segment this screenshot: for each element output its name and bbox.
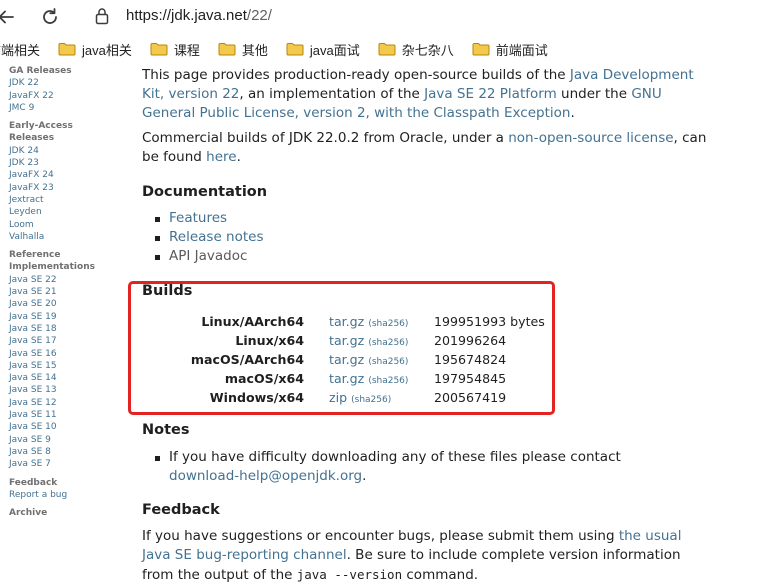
sidebar-link[interactable]: Java SE 15 [9,360,119,372]
bookmark-folder[interactable]: 其他 [218,40,268,59]
sidebar-link[interactable]: Java SE 14 [9,372,119,384]
notes-heading: Notes [142,422,190,438]
commercial-text: Commercial builds of JDK 22.0.2 from Ora… [142,130,509,146]
address-bar: https://jdk.java.net/22/ [0,0,770,34]
bookmark-folder[interactable]: 前端面试 [472,40,548,59]
sidebar-link[interactable]: Java SE 20 [9,298,119,310]
commercial-paragraph: Commercial builds of JDK 22.0.2 from Ora… [142,129,707,167]
sidebar-link[interactable]: Java SE 21 [9,286,119,298]
sidebar-link[interactable]: Loom [9,219,119,231]
bookmarks-bar: 前端相关 java相关 课程 其他 java面试 杂七杂八 前端面试 [0,36,770,62]
sidebar-link[interactable]: JavaFX 22 [9,90,119,102]
notes-text: . [362,468,367,484]
sidebar-link[interactable]: Java SE 22 [9,274,119,286]
sidebar-heading: Feedback [9,477,58,488]
intro-text: under the [556,86,632,102]
sidebar-link[interactable]: Java SE 9 [9,434,119,446]
sidebar-link[interactable]: Java SE 13 [9,384,119,396]
java-se-22-platform-link[interactable]: Java SE 22 Platform [424,86,557,102]
sidebar-link[interactable]: JDK 24 [9,145,119,157]
commercial-text: . [236,149,241,165]
sidebar-link[interactable]: Leyden [9,206,119,218]
folder-icon [472,43,490,56]
feedback-text: command. [402,567,479,583]
sidebar-link[interactable]: Report a bug [9,489,119,501]
notes-text: If you have difficulty downloading any o… [169,449,621,465]
sidebar-link[interactable]: Java SE 8 [9,446,119,458]
bookmark-label: 课程 [173,42,200,58]
reload-button[interactable] [38,5,62,29]
download-help-email-link[interactable]: download-help@openjdk.org [169,468,362,484]
api-javadoc-text: API Javadoc [169,248,248,264]
bookmark-label: 其他 [241,42,268,58]
bookmark-folder[interactable]: 杂七杂八 [378,40,454,59]
sidebar-link[interactable]: Java SE 17 [9,335,119,347]
reload-icon [43,8,57,24]
sidebar-link[interactable]: JDK 23 [9,157,119,169]
version-command-code: java --version [296,567,403,582]
folder-icon [218,43,236,56]
sidebar-link[interactable]: Java SE 11 [9,409,119,421]
documentation-heading: Documentation [142,184,268,200]
sidebar-link[interactable]: JDK 22 [9,77,119,89]
sidebar-link[interactable]: Valhalla [9,231,119,243]
bookmark-label: java面试 [309,42,360,58]
list-item: API Javadoc [153,247,264,266]
bookmark-label: 杂七杂八 [401,42,454,58]
bookmark-folder[interactable]: java面试 [286,40,360,59]
folder-icon [378,43,396,56]
back-button[interactable] [0,5,18,29]
sidebar-link[interactable]: Jextract [9,194,119,206]
folder-icon [286,43,304,56]
bookmark-label: 前端相关 [0,42,41,58]
list-item: Features [153,209,264,228]
sidebar-heading: GA Releases [9,66,72,76]
non-open-source-license-link[interactable]: non-open-source license [508,130,673,146]
sidebar-link[interactable]: Java SE 7 [9,458,119,470]
url-host: https://jdk.java.net [126,7,247,24]
intro-text: . [570,105,575,121]
list-item: Release notes [153,228,264,247]
bookmark-label: 前端面试 [495,42,548,58]
builds-highlight-box [128,281,555,415]
release-notes-link[interactable]: Release notes [169,229,264,245]
intro-text: , an implementation of the [239,86,425,102]
folder-icon [58,43,76,56]
sidebar-link[interactable]: Java SE 18 [9,323,119,335]
sidebar-heading[interactable]: Archive [9,507,119,519]
folder-icon [150,43,168,56]
feedback-paragraph: If you have suggestions or encounter bug… [142,527,687,585]
sidebar-link[interactable]: Java SE 19 [9,311,119,323]
feedback-text: If you have suggestions or encounter bug… [142,528,619,544]
feedback-heading: Feedback [142,502,220,518]
sidebar-link[interactable]: JavaFX 23 [9,182,119,194]
notes-list: If you have difficulty downloading any o… [153,448,639,486]
sidebar-heading: Reference Implementations [9,250,95,273]
features-link[interactable]: Features [169,210,227,226]
sidebar-link[interactable]: Java SE 16 [9,348,119,360]
back-arrow-icon [0,10,14,24]
url-path: /22/ [246,7,272,24]
list-item: If you have difficulty downloading any o… [153,448,639,486]
sidebar-link[interactable]: JavaFX 24 [9,169,119,181]
sidebar-heading: Early-Access Releases [9,121,73,144]
sidebar-link[interactable]: JMC 9 [9,102,119,114]
intro-text: This page provides production-ready open… [142,67,570,83]
sidebar-link[interactable]: Java SE 12 [9,397,119,409]
url-field[interactable]: https://jdk.java.net/22/ [126,7,272,24]
bookmark-label: java相关 [82,42,132,58]
bookmark-folder[interactable]: 课程 [150,40,200,59]
documentation-list: Features Release notes API Javadoc [153,209,264,266]
page-content: GA Releases JDK 22 JavaFX 22 JMC 9 Early-Acc… [0,62,770,585]
sidebar-link[interactable]: Java SE 10 [9,421,119,433]
sidebar-nav: GA Releases JDK 22 JavaFX 22 JMC 9 Early-Acc… [9,62,119,519]
site-info-icon[interactable] [94,7,110,25]
oracle-builds-link[interactable]: here [206,149,236,165]
intro-paragraph: This page provides production-ready open… [142,66,702,123]
bookmark-folder[interactable]: 前端相关 [0,40,40,59]
bookmark-folder[interactable]: java相关 [58,40,132,59]
